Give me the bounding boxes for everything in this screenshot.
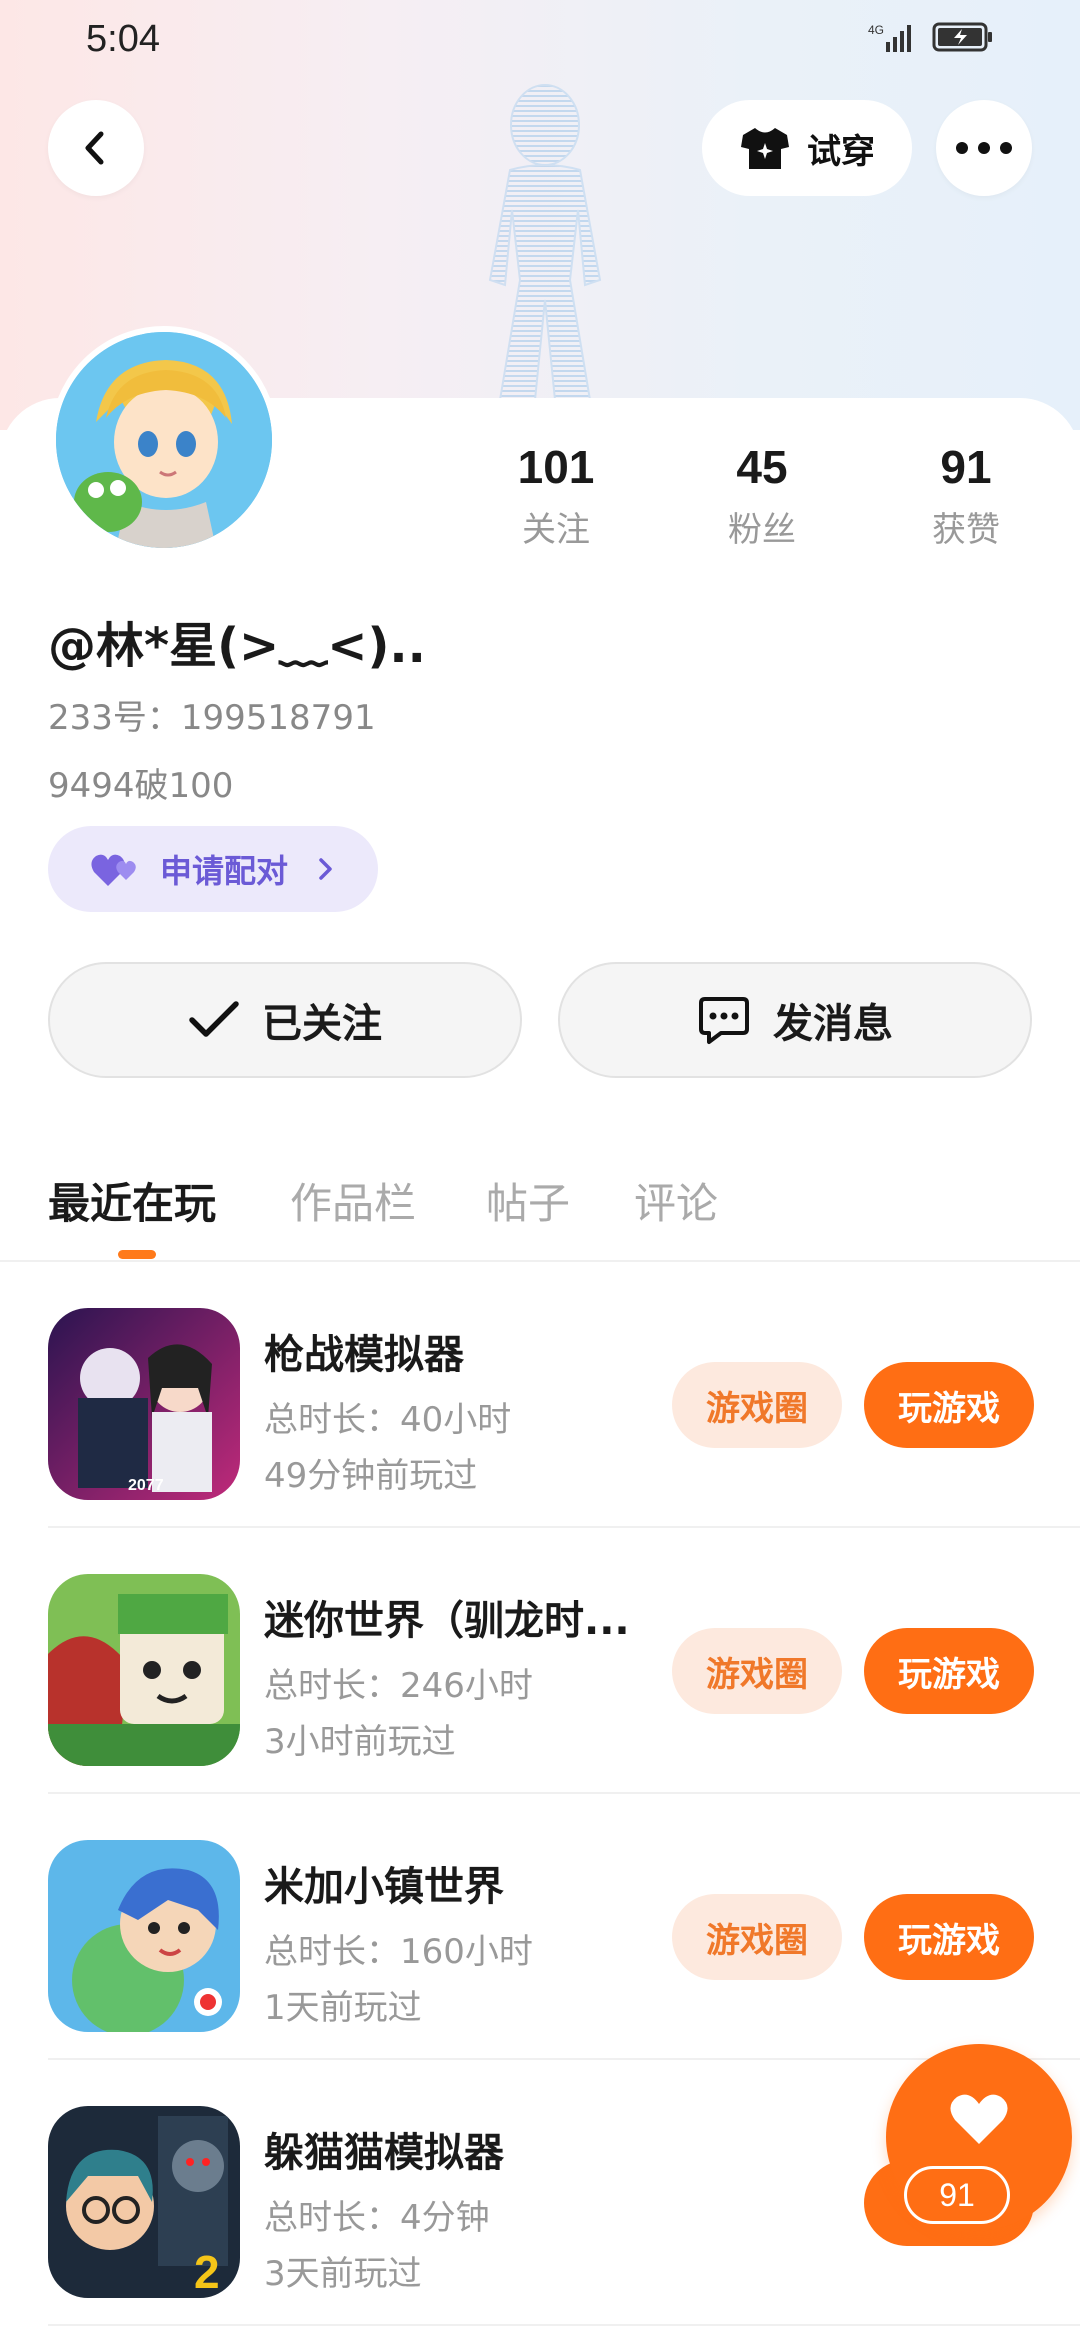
stat-label: 粉丝 xyxy=(728,510,796,550)
game-icon-hide-and-seek[interactable]: 2 xyxy=(48,2106,240,2298)
stat-following[interactable]: 101 关注 xyxy=(466,440,646,551)
tab-works[interactable]: 作品栏 xyxy=(290,1170,416,1231)
game-cover-image: 2077 xyxy=(48,1308,240,1500)
game-last-played: 3小时前玩过 xyxy=(264,1722,456,1762)
game-cover-image: 2 xyxy=(48,2106,240,2298)
hearts-icon xyxy=(91,854,136,886)
chevron-right-icon xyxy=(319,858,332,880)
stat-followers[interactable]: 45 粉丝 xyxy=(672,440,852,551)
list-item[interactable]: 米加小镇世界 总时长：160小时 1天前玩过 游戏圈 玩游戏 xyxy=(48,1794,1080,2060)
game-icon-mini-world[interactable] xyxy=(48,1574,240,1766)
game-cover-image xyxy=(48,1840,240,2032)
avatar[interactable] xyxy=(50,326,278,554)
stat-value: 91 xyxy=(940,441,992,493)
stat-value: 101 xyxy=(517,441,595,493)
game-last-played: 3天前玩过 xyxy=(264,2254,422,2294)
stat-label: 关注 xyxy=(522,510,590,550)
stat-value: 45 xyxy=(736,441,788,493)
game-total-duration: 总时长：160小时 xyxy=(264,1932,533,1972)
status-time: 5:04 xyxy=(86,18,160,60)
game-total-duration: 总时长：4分钟 xyxy=(264,2198,490,2238)
signal-icon: 4G xyxy=(868,23,911,52)
more-icon xyxy=(956,142,1012,154)
back-button[interactable] xyxy=(48,100,144,196)
shirt-icon xyxy=(741,128,789,169)
try-on-button[interactable]: 试穿 xyxy=(702,100,912,196)
user-bio: 9494破100 xyxy=(48,766,234,806)
tab-recently-played[interactable]: 最近在玩 xyxy=(48,1170,216,1231)
list-item[interactable]: 迷你世界（驯龙时... 总时长：246小时 3小时前玩过 游戏圈 玩游戏 xyxy=(48,1528,1080,1794)
play-game-button[interactable]: 玩游戏 xyxy=(864,1628,1034,1714)
game-title: 枪战模拟器 xyxy=(264,1332,464,1378)
game-title: 米加小镇世界 xyxy=(264,1864,504,1910)
svg-text:2077: 2077 xyxy=(128,1477,164,1494)
game-circle-button[interactable]: 游戏圈 xyxy=(672,1894,842,1980)
stat-label: 获赞 xyxy=(932,510,1000,550)
svg-text:2: 2 xyxy=(194,2246,220,2298)
status-bar: 5:04 4G xyxy=(0,0,1080,84)
followed-button[interactable]: 已关注 xyxy=(48,962,522,1078)
play-game-button[interactable]: 玩游戏 xyxy=(864,1362,1034,1448)
game-last-played: 49分钟前玩过 xyxy=(264,1456,478,1496)
game-title: 躲猫猫模拟器 xyxy=(264,2130,504,2176)
heart-icon xyxy=(950,2094,1008,2144)
pair-request-label: 申请配对 xyxy=(160,852,289,890)
game-cover-image xyxy=(48,1574,240,1766)
try-on-label: 试穿 xyxy=(807,131,875,172)
tab-comments[interactable]: 评论 xyxy=(634,1170,718,1231)
battery-icon xyxy=(932,22,992,52)
chat-bubble-icon xyxy=(699,997,749,1044)
send-message-button[interactable]: 发消息 xyxy=(558,962,1032,1078)
game-total-duration: 总时长：246小时 xyxy=(264,1666,533,1706)
like-count-badge: 91 xyxy=(904,2166,1010,2224)
game-circle-button[interactable]: 游戏圈 xyxy=(672,1628,842,1714)
game-icon-miga-town[interactable] xyxy=(48,1840,240,2032)
active-tab-indicator xyxy=(118,1250,156,1259)
game-icon-gunfight[interactable]: 2077 xyxy=(48,1308,240,1500)
pair-request-button[interactable]: 申请配对 xyxy=(48,826,378,912)
username: @林*星(>﹏<).. xyxy=(48,618,426,674)
avatar-image xyxy=(56,332,272,548)
chevron-left-icon xyxy=(85,131,104,165)
game-circle-button[interactable]: 游戏圈 xyxy=(672,1362,842,1448)
followed-label: 已关注 xyxy=(262,1001,382,1047)
checkmark-icon xyxy=(189,1001,239,1037)
list-item[interactable]: 2077 枪战模拟器 总时长：40小时 49分钟前玩过 游戏圈 玩游戏 xyxy=(48,1262,1080,1528)
game-total-duration: 总时长：40小时 xyxy=(264,1400,512,1440)
play-game-button[interactable]: 玩游戏 xyxy=(864,1894,1034,1980)
stat-likes[interactable]: 91 获赞 xyxy=(876,440,1056,551)
send-message-label: 发消息 xyxy=(773,1001,893,1047)
tab-posts[interactable]: 帖子 xyxy=(486,1170,570,1231)
user-id: 233号：199518791 xyxy=(48,698,376,738)
game-title: 迷你世界（驯龙时... xyxy=(264,1598,630,1644)
profile-tabs: 最近在玩 作品栏 帖子 评论 xyxy=(0,1160,1080,1262)
more-button[interactable] xyxy=(936,100,1032,196)
game-last-played: 1天前玩过 xyxy=(264,1988,422,2028)
avatar-figure-silhouette xyxy=(488,84,602,400)
network-type-label: 4G xyxy=(868,23,884,37)
